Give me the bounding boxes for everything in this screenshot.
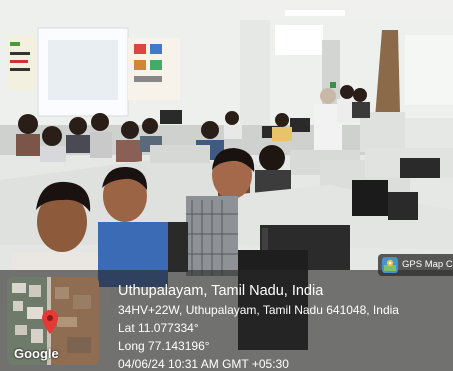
monitor-front	[352, 180, 388, 216]
ceiling-light	[285, 10, 345, 16]
window-right	[405, 35, 453, 105]
google-map-label: Google	[14, 346, 59, 361]
gps-map-camera-icon	[382, 257, 398, 273]
photo-frame: GPS Map Ca Google Uthupalayam, Tamil Nad…	[0, 0, 453, 371]
monitor-right	[400, 158, 440, 178]
map-thumbnail: Google	[7, 277, 99, 365]
address: 34HV+22W, Uthupalayam, Tamil Nadu 641048…	[118, 303, 399, 317]
monitor-back	[160, 110, 182, 124]
latitude: Lat 11.077334°	[118, 321, 199, 335]
gps-badge-label: GPS Map Ca	[402, 259, 453, 270]
place-name: Uthupalayam, Tamil Nadu, India	[118, 283, 324, 299]
datetime: 04/06/24 10:31 AM GMT +05:30	[118, 357, 289, 371]
map-pin-icon	[42, 310, 58, 334]
location-info: Uthupalayam, Tamil Nadu, India 34HV+22W,…	[118, 281, 399, 371]
longitude: Long 77.143196°	[118, 339, 210, 353]
window	[275, 25, 323, 55]
gps-map-camera-badge: GPS Map Ca	[378, 254, 453, 276]
chair	[168, 222, 188, 272]
